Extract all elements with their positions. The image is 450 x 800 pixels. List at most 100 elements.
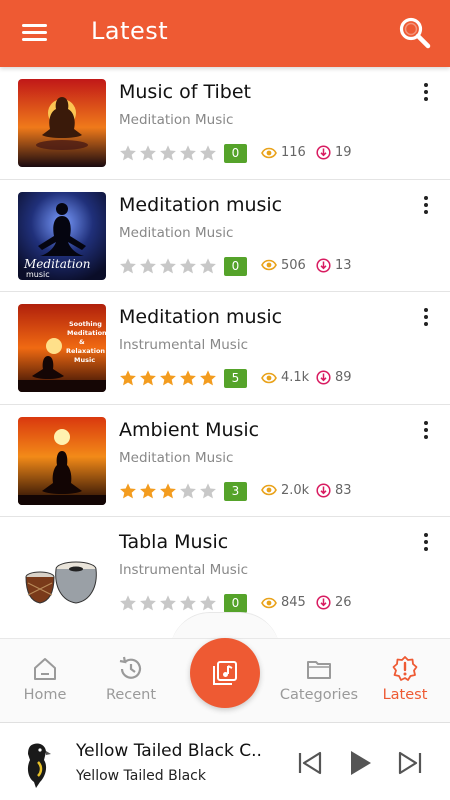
views-count: 4.1k bbox=[261, 370, 309, 385]
skip-next-icon[interactable] bbox=[396, 749, 424, 777]
views-count: 116 bbox=[261, 145, 306, 160]
song-title: Meditation music bbox=[119, 193, 283, 216]
more-options-icon[interactable] bbox=[422, 308, 430, 330]
folder-icon bbox=[307, 661, 331, 679]
star-icon bbox=[120, 595, 136, 611]
album-art-thumbnail bbox=[18, 416, 106, 505]
star-icon bbox=[120, 482, 136, 498]
page-title: Latest bbox=[91, 17, 169, 45]
views-value: 4.1k bbox=[281, 370, 310, 385]
song-title: Meditation music bbox=[119, 306, 283, 328]
star-icon bbox=[180, 482, 196, 498]
song-list: Music of Tibet Meditation Music 0 116 19… bbox=[0, 67, 450, 630]
nav-home-label: Home bbox=[23, 687, 67, 703]
list-item[interactable]: Soothing Meditation & Relaxation Music M… bbox=[0, 292, 450, 405]
song-title: Tabla Music bbox=[119, 531, 229, 553]
nav-recent-label: Recent bbox=[105, 687, 157, 703]
music-library-button[interactable] bbox=[190, 638, 260, 708]
download-icon bbox=[316, 595, 331, 610]
download-icon bbox=[316, 145, 331, 160]
song-category: Instrumental Music bbox=[119, 337, 249, 353]
more-options-icon[interactable] bbox=[422, 420, 430, 443]
play-icon[interactable] bbox=[346, 749, 374, 777]
star-icon bbox=[120, 145, 136, 161]
downloads-count: 89 bbox=[316, 370, 352, 385]
list-item[interactable]: Ambient Music Meditation Music 3 2.0k 83 bbox=[0, 405, 450, 517]
art-text: Relaxation bbox=[66, 347, 105, 355]
star-icon bbox=[140, 257, 156, 273]
rating-badge: 0 bbox=[224, 256, 247, 276]
star-icon bbox=[160, 482, 176, 498]
eye-icon bbox=[261, 147, 277, 158]
rating-badge: 0 bbox=[224, 594, 247, 613]
views-value: 116 bbox=[281, 145, 306, 160]
star-icon bbox=[140, 595, 156, 611]
history-icon bbox=[119, 656, 142, 679]
star-icon bbox=[180, 595, 196, 611]
downloads-count: 19 bbox=[316, 145, 352, 160]
views-value: 2.0k bbox=[281, 482, 310, 498]
art-text: Meditation bbox=[67, 329, 106, 337]
art-text: Music bbox=[74, 356, 95, 364]
album-art-thumbnail: Soothing Meditation & Relaxation Music bbox=[18, 304, 106, 392]
downloads-value: 83 bbox=[335, 482, 352, 498]
more-options-icon[interactable] bbox=[422, 533, 430, 555]
views-count: 2.0k bbox=[261, 483, 309, 498]
list-item[interactable]: Meditation music Meditation music Medita… bbox=[0, 180, 450, 292]
art-text: Soothing bbox=[69, 320, 102, 328]
star-icon bbox=[120, 370, 136, 386]
mini-player[interactable]: Yellow Tailed Black C.. Yellow Tailed Bl… bbox=[0, 722, 450, 800]
download-icon bbox=[316, 482, 331, 498]
search-icon[interactable] bbox=[398, 16, 432, 50]
star-icon bbox=[180, 370, 196, 386]
nav-categories[interactable]: Categories bbox=[274, 639, 364, 723]
song-category: Meditation Music bbox=[119, 112, 234, 128]
app-bar: Latest bbox=[0, 0, 450, 67]
album-art-thumbnail bbox=[18, 79, 106, 167]
star-icon bbox=[160, 145, 176, 161]
more-options-icon[interactable] bbox=[422, 195, 430, 218]
rating-badge: 5 bbox=[224, 369, 247, 388]
rating-badge: 3 bbox=[224, 481, 247, 501]
download-icon bbox=[316, 257, 331, 273]
list-item[interactable]: Music of Tibet Meditation Music 0 116 19 bbox=[0, 67, 450, 180]
art-text: Meditation bbox=[23, 257, 91, 271]
views-value: 845 bbox=[281, 595, 306, 610]
eye-icon bbox=[261, 372, 277, 383]
rating-stars bbox=[119, 257, 217, 275]
more-options-icon[interactable] bbox=[422, 83, 430, 105]
rating-stars bbox=[119, 369, 217, 387]
star-icon bbox=[140, 145, 156, 161]
views-count: 845 bbox=[261, 595, 306, 610]
rating-badge: 0 bbox=[224, 144, 247, 163]
nav-latest[interactable]: Latest bbox=[360, 639, 450, 723]
downloads-count: 13 bbox=[316, 258, 352, 273]
star-icon bbox=[140, 482, 156, 498]
skip-previous-icon[interactable] bbox=[296, 749, 324, 777]
star-icon bbox=[120, 257, 136, 273]
art-text: & bbox=[79, 338, 85, 346]
art-text: music bbox=[26, 270, 50, 279]
album-art-thumbnail: Meditation music bbox=[18, 191, 106, 280]
song-category: Meditation Music bbox=[119, 224, 234, 241]
song-title: Music of Tibet bbox=[119, 81, 251, 103]
star-icon bbox=[160, 595, 176, 611]
downloads-value: 26 bbox=[335, 595, 352, 610]
nav-home[interactable]: Home bbox=[0, 639, 90, 723]
song-category: Meditation Music bbox=[119, 449, 234, 466]
download-icon bbox=[316, 370, 331, 385]
star-icon bbox=[180, 257, 196, 273]
nav-recent[interactable]: Recent bbox=[86, 639, 176, 723]
menu-icon[interactable] bbox=[22, 22, 48, 44]
nav-latest-label: Latest bbox=[382, 687, 428, 703]
downloads-value: 19 bbox=[335, 145, 352, 160]
nav-categories-label: Categories bbox=[279, 687, 359, 703]
music-library-icon bbox=[213, 661, 237, 685]
star-icon bbox=[180, 145, 196, 161]
rating-stars bbox=[119, 482, 217, 500]
downloads-value: 89 bbox=[335, 370, 352, 385]
track-title: Yellow Tailed Black C.. bbox=[76, 741, 262, 761]
downloads-count: 26 bbox=[316, 595, 352, 610]
rating-stars bbox=[119, 144, 217, 162]
home-icon bbox=[34, 658, 56, 680]
